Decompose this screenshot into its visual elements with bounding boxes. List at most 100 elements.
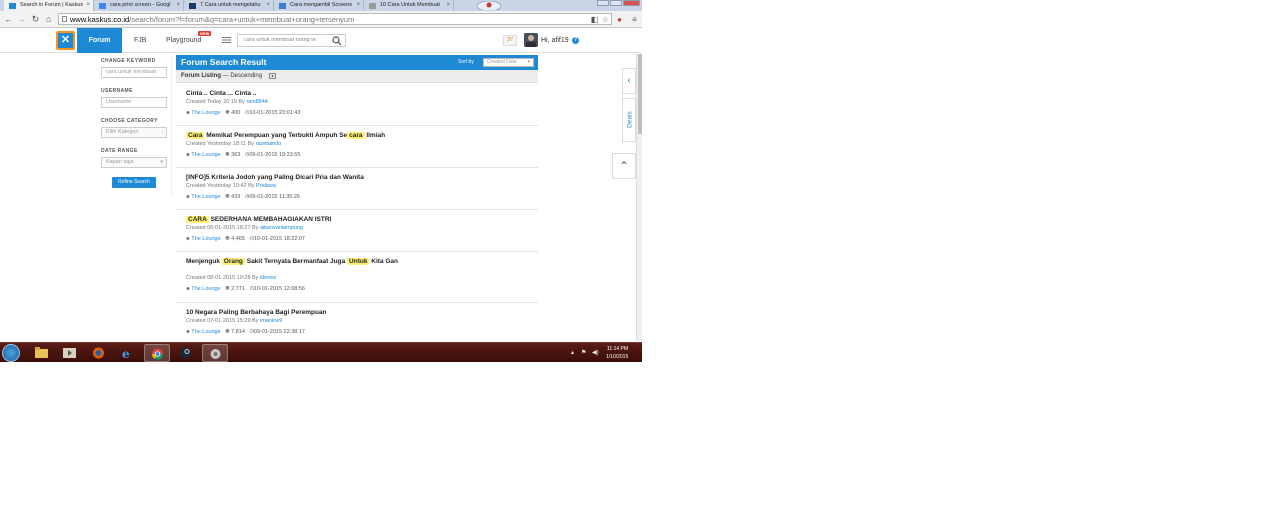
scroll-to-top-button[interactable]: ⌃ [612,153,636,179]
author-link[interactable]: imanine9 [260,318,282,324]
address-bar[interactable]: www.kaskus.co.id/search/forum?f=forum&q=… [58,13,612,25]
category-link[interactable]: The Lounge [191,152,220,158]
result-row[interactable]: 10 Negara Paling Berbahaya Bagi Perempua… [176,303,538,341]
category-link[interactable]: The Lounge [191,236,220,242]
list-menu-icon[interactable] [222,36,231,44]
tab-title: Cara mengambil Screens [290,2,353,8]
browser-tab[interactable]: Search in Forum | Kaskus × [4,0,94,11]
browser-tab[interactable]: cara print screen - Googl × [94,0,184,11]
site-search-input[interactable]: cara untuk membuat orang te [237,34,346,47]
result-row[interactable]: Cara Memikat Perempuan yang Terbukti Amp… [176,126,538,168]
forward-icon[interactable]: → [16,14,27,25]
chevron-left-icon[interactable]: ‹ [622,68,636,94]
scrollbar-thumb[interactable] [638,54,642,134]
thread-title-link[interactable]: Menjenguk Orang Sakit Ternyata Bermanfaa… [186,258,406,267]
close-window-button[interactable] [623,0,640,6]
taskbar-media[interactable] [57,344,83,362]
result-row[interactable]: Menjenguk Orang Sakit Ternyata Bermanfaa… [176,252,538,303]
internet-explorer-icon: e [122,347,130,359]
chrome-icon [151,348,164,360]
clock-time[interactable]: 11:14 PM [607,346,628,352]
chrome-menu-icon[interactable]: ≡ [630,15,639,24]
title-text: 10 Negara Paling Berbahaya Bagi Perempua… [186,309,327,316]
category-link[interactable]: The Lounge [191,286,220,292]
keyword-highlight: cara [347,132,365,139]
clock-icon: ◷ [240,110,250,116]
translate-icon[interactable]: ◧ [590,15,599,24]
flag-icon[interactable]: ⚑ [581,349,586,356]
help-icon[interactable]: ? [572,37,579,44]
kaskus-favicon-icon [9,3,16,9]
refine-search-button[interactable]: Refine Search [112,177,156,188]
sort-select[interactable]: Created Date ▾ [483,58,534,67]
deals-tab[interactable]: Deals [622,98,636,142]
category-link[interactable]: The Lounge [191,329,220,335]
browser-tab[interactable]: Cara mengambil Screens × [274,0,364,11]
taskbar-steam[interactable] [173,344,199,362]
new-tab-button[interactable] [475,1,503,10]
page-icon [62,16,67,22]
last-post-time: 09-01-2015 11:35:26 [249,194,300,200]
author-link[interactable]: aikenvanlampung [260,225,303,231]
thread-title-link[interactable]: [INFO]5 Kriteria Jodoh yang Paling Dicar… [186,174,406,183]
close-icon[interactable]: × [446,0,450,11]
close-icon[interactable]: × [266,0,270,11]
browser-tab[interactable]: 10 Cara Untuk Membuat × [364,0,454,11]
category-select[interactable]: Pilih Kategori › [101,127,167,138]
thread-title-link[interactable]: Cinta .. Cinta ... Cinta .. [186,90,406,99]
volume-icon[interactable]: ◀) [592,349,599,356]
avatar[interactable] [524,33,538,47]
collapse-icon[interactable]: ▲ [269,73,276,79]
views-icon: ◉ [220,194,232,200]
maximize-button[interactable] [610,0,622,6]
category-link[interactable]: The Lounge [191,110,220,116]
author-link[interactable]: Pridawa [256,183,276,189]
nav-forum[interactable]: Forum [77,28,122,53]
taskbar-chrome[interactable] [144,344,170,362]
category-link[interactable]: The Lounge [191,194,220,200]
browser-tab[interactable]: 7 Cara untuk mengetahu × [184,0,274,11]
site-header: ✕ Forum FJB Playground NEW cara untuk me… [0,28,642,53]
search-icon[interactable] [331,35,343,46]
scrollbar[interactable] [636,54,642,341]
nav-fjb[interactable]: FJB [134,28,146,53]
created-info: Created Yesterday 10:42 By [186,183,255,189]
date-range-select[interactable]: Kapan saja ▾ [101,157,167,168]
clock-date[interactable]: 1/10/2015 [606,354,628,360]
home-icon[interactable]: ⌂ [43,14,54,25]
author-link[interactable]: rain8844 [246,99,267,105]
author-link[interactable]: idenez [260,275,276,281]
thread-title-link[interactable]: Cara Memikat Perempuan yang Terbukti Amp… [186,132,406,141]
taskbar-app[interactable] [202,344,228,362]
thread-title-link[interactable]: 10 Negara Paling Berbahaya Bagi Perempua… [186,309,406,318]
result-row[interactable]: CARA SEDERHANA MEMBAHAGIAKAN ISTRI Create… [176,210,538,252]
nav-playground[interactable]: Playground [166,28,201,53]
media-player-icon [63,348,76,358]
thread-title-link[interactable]: CARA SEDERHANA MEMBAHAGIAKAN ISTRI [186,216,406,225]
minimize-button[interactable] [597,0,609,6]
taskbar-explorer[interactable] [29,344,55,362]
notification-count[interactable]: 37 [503,35,517,46]
result-row[interactable]: Cinta .. Cinta ... Cinta .. Created Today… [176,84,538,126]
start-button[interactable] [2,344,20,362]
close-icon[interactable]: × [86,0,90,11]
back-icon[interactable]: ← [3,14,14,25]
bookmark-star-icon[interactable]: ☆ [601,15,610,24]
result-row[interactable]: [INFO]5 Kriteria Jodoh yang Paling Dicar… [176,168,538,210]
sort-value: Created Date [487,59,517,65]
deals-label: Deals [626,111,634,128]
views-count: 400 [231,110,241,116]
keyword-input[interactable]: cara untuk membuat [101,67,167,78]
extension-icon[interactable]: ● [615,15,624,24]
kaskus-logo[interactable]: ✕ [56,31,75,50]
user-greeting[interactable]: Hi, afif19 [541,28,569,53]
taskbar-firefox[interactable] [86,344,112,362]
site-favicon-icon [189,3,196,9]
reload-icon[interactable]: ↻ [30,14,41,25]
close-icon[interactable]: × [356,0,360,11]
close-icon[interactable]: × [176,0,180,11]
author-link[interactable]: razetaindo [256,141,282,147]
username-input[interactable]: Username [101,97,167,108]
tray-expand-icon[interactable]: ▴ [571,349,574,356]
taskbar-ie[interactable]: e [115,344,141,362]
